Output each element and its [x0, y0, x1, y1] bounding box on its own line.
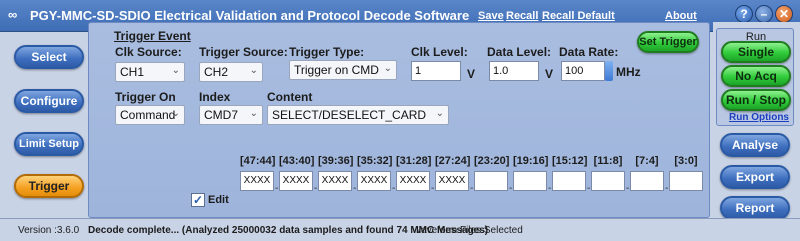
minimize-icon[interactable]: –	[755, 5, 773, 23]
close-icon[interactable]: ✕	[775, 5, 793, 23]
index-label: Index	[199, 90, 231, 104]
trigger-on-label: Trigger On	[115, 90, 176, 104]
trigger-type-value: Trigger on CMD	[294, 63, 379, 77]
trigger-event-heading: Trigger Event	[114, 29, 191, 43]
data-level-label: Data Level:	[487, 45, 552, 59]
trigger-source-select[interactable]: CH2 ⌄	[199, 62, 263, 82]
chevron-down-icon: ⌄	[171, 65, 180, 76]
bit-range-label: [27:24]	[435, 155, 471, 167]
bit-range-label: [3:0]	[674, 155, 698, 167]
trigger-source-label: Trigger Source:	[199, 45, 288, 59]
app-logo-icon: ∞	[8, 7, 18, 22]
bit-value-input[interactable]: XXXX	[318, 171, 352, 191]
recall-link[interactable]: Recall	[506, 10, 538, 22]
data-level-unit: V	[545, 67, 554, 81]
bit-separator: -	[509, 183, 513, 194]
bit-value-input[interactable]	[513, 171, 547, 191]
export-button[interactable]: Export	[720, 165, 790, 189]
bit-value-input[interactable]	[474, 171, 508, 191]
data-rate-spinner[interactable]	[605, 61, 613, 81]
bit-value-input[interactable]: XXXX	[279, 171, 313, 191]
bit-value-input[interactable]	[630, 171, 664, 191]
single-button[interactable]: Single	[721, 41, 791, 63]
help-icon[interactable]: ?	[735, 5, 753, 23]
content-label: Content	[267, 90, 313, 104]
chevron-down-icon: ⌄	[435, 108, 444, 119]
bit-separator: -	[548, 183, 552, 194]
bit-range-label: [15:12]	[552, 155, 588, 167]
trigger-type-select[interactable]: Trigger on CMD ⌄	[289, 60, 397, 80]
bit-value-input[interactable]	[591, 171, 625, 191]
no-acq-button[interactable]: No Acq	[721, 65, 791, 87]
report-button[interactable]: Report	[720, 196, 790, 220]
run-stop-button[interactable]: Run / Stop	[721, 89, 791, 111]
bit-value-input[interactable]: XXXX	[357, 171, 391, 191]
bit-range-label: [31:28]	[396, 155, 432, 167]
content-select[interactable]: SELECT/DESELECT_CARD ⌄	[267, 105, 449, 125]
edit-label: Edit	[208, 194, 229, 206]
bit-separator: -	[353, 183, 357, 194]
bit-range-label: [19:16]	[513, 155, 549, 167]
bit-range-label: [23:20]	[474, 155, 510, 167]
data-rate-input[interactable]: 100	[561, 61, 605, 81]
bit-value-input[interactable]	[669, 171, 703, 191]
recall-default-link[interactable]: Recall Default	[542, 10, 615, 22]
bit-range-label: [7:4]	[635, 155, 659, 167]
chevron-down-icon: ⌄	[249, 108, 258, 119]
bit-separator: -	[665, 183, 669, 194]
clk-source-label: Clk Source:	[115, 45, 182, 59]
data-level-input[interactable]: 1.0	[489, 61, 539, 81]
bit-range-label: [35:32]	[357, 155, 393, 167]
run-options-link[interactable]: Run Options	[729, 112, 789, 123]
bit-separator: -	[392, 183, 396, 194]
bit-separator: -	[275, 183, 279, 194]
data-rate-label: Data Rate:	[559, 45, 619, 59]
bit-value-input[interactable]: XXXX	[435, 171, 469, 191]
trigger-on-select[interactable]: Command ⌄	[115, 105, 185, 125]
bit-separator: -	[314, 183, 318, 194]
trigger-source-value: CH2	[204, 65, 229, 79]
chevron-down-icon: ⌄	[171, 108, 180, 119]
nav-limit-setup-button[interactable]: Limit Setup	[14, 132, 84, 156]
status-bar: Version :3.6.0 Decode complete... (Analy…	[0, 218, 800, 241]
chevron-down-icon: ⌄	[383, 63, 392, 74]
chevron-down-icon: ⌄	[249, 65, 258, 76]
waveform-files-text: Waveform Files Selected	[412, 225, 523, 236]
index-select[interactable]: CMD7 ⌄	[199, 105, 263, 125]
index-value: CMD7	[204, 108, 239, 122]
bit-value-input[interactable]: XXXX	[396, 171, 430, 191]
bit-range-label: [43:40]	[279, 155, 315, 167]
set-trigger-button[interactable]: Set Trigger	[637, 31, 699, 53]
nav-trigger-button[interactable]: Trigger	[14, 174, 84, 198]
clk-level-unit: V	[467, 67, 476, 81]
version-text: Version :3.6.0	[18, 225, 80, 236]
trigger-on-value: Command	[120, 108, 176, 122]
nav-select-button[interactable]: Select	[14, 45, 84, 69]
bit-value-input[interactable]	[552, 171, 586, 191]
nav-configure-button[interactable]: Configure	[14, 89, 84, 113]
clk-source-select[interactable]: CH1 ⌄	[115, 62, 185, 82]
bit-separator: -	[587, 183, 591, 194]
app-title: PGY-MMC-SD-SDIO Electrical Validation an…	[30, 8, 470, 23]
about-link[interactable]: About	[665, 10, 697, 22]
save-link[interactable]: Save	[478, 10, 504, 22]
bit-separator: -	[431, 183, 435, 194]
analyse-button[interactable]: Analyse	[720, 133, 790, 157]
clk-source-value: CH1	[120, 65, 145, 79]
clk-level-label: Clk Level:	[411, 45, 468, 59]
content-value: SELECT/DESELECT_CARD	[272, 108, 427, 122]
edit-checkbox[interactable]: ✓	[191, 193, 205, 207]
bit-value-input[interactable]: XXXX	[240, 171, 274, 191]
bit-range-label: [11:8]	[593, 155, 623, 167]
bit-range-label: [47:44]	[240, 155, 276, 167]
bit-separator: -	[626, 183, 630, 194]
data-rate-unit: MHz	[616, 65, 641, 79]
trigger-type-label: Trigger Type:	[289, 45, 365, 59]
bit-separator: -	[470, 183, 474, 194]
bit-range-label: [39:36]	[318, 155, 354, 167]
clk-level-input[interactable]: 1	[411, 61, 461, 81]
